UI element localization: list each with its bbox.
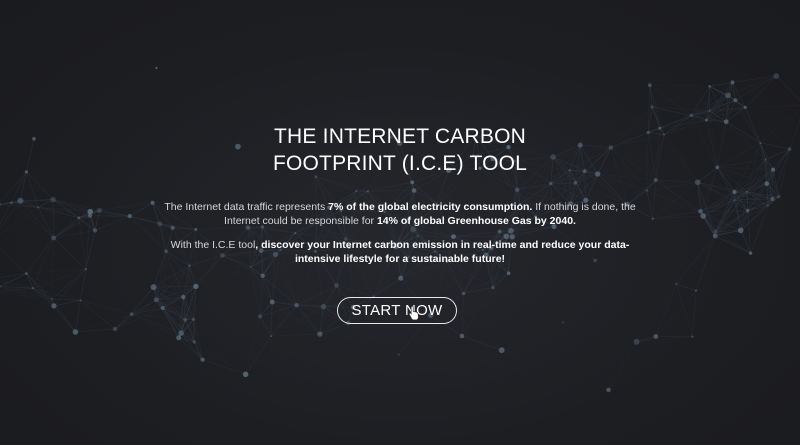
intro-text-a: The Internet data traffic represents [164, 201, 329, 213]
intro-stat-electricity: 7% of the global electricity consumption… [328, 201, 533, 213]
intro-paragraph: The Internet data traffic represents 7% … [150, 201, 650, 228]
hand-pointer-icon [408, 306, 419, 320]
tool-text-b: , discover your Internet carbon emission… [255, 239, 630, 265]
tool-text-a: With the I.C.E tool [170, 239, 256, 251]
page-title: THE INTERNET CARBON FOOTPRINT (I.C.E) TO… [150, 123, 650, 177]
start-now-button[interactable]: START NOW [337, 297, 457, 324]
intro-stat-ghg: 14% of global Greenhouse Gas by 2040. [376, 214, 576, 227]
title-line-2: FOOTPRINT (I.C.E) TOOL [272, 152, 528, 175]
title-line-1: THE INTERNET CARBON [274, 125, 526, 148]
tool-paragraph: With the I.C.E tool, discover your Inter… [150, 239, 650, 266]
hero-content: THE INTERNET CARBON FOOTPRINT (I.C.E) TO… [0, 0, 800, 445]
hero-section: THE INTERNET CARBON FOOTPRINT (I.C.E) TO… [0, 0, 800, 445]
